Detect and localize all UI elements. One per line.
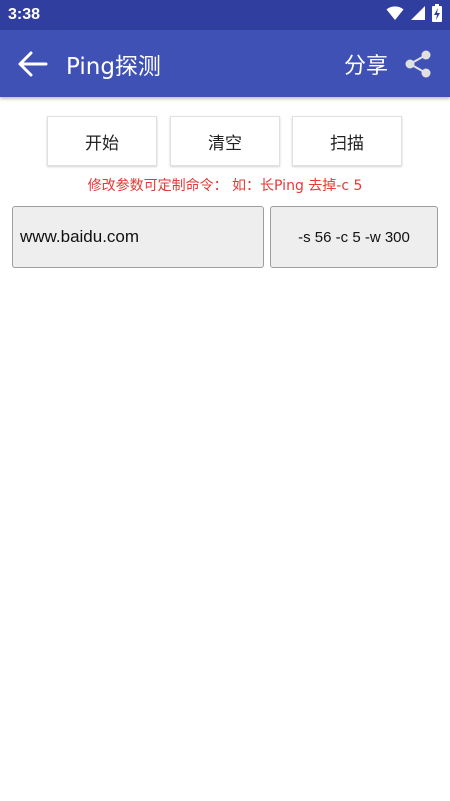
- start-button[interactable]: 开始: [47, 116, 157, 166]
- main-content: 开始 清空 扫描 修改参数可定制命令： 如：长Ping 去掉-c 5 www.b…: [0, 97, 450, 801]
- share-button-label[interactable]: 分享: [344, 48, 388, 80]
- share-icon[interactable]: [402, 48, 434, 80]
- wifi-icon: [386, 5, 404, 25]
- params-input[interactable]: -s 56 -c 5 -w 300: [270, 206, 438, 268]
- battery-charging-icon: [432, 4, 442, 26]
- clear-button[interactable]: 清空: [170, 116, 280, 166]
- scan-button[interactable]: 扫描: [292, 116, 402, 166]
- cellular-signal-icon: [410, 5, 426, 25]
- arrow-left-icon[interactable]: [16, 47, 50, 81]
- status-time: 3:38: [8, 6, 41, 23]
- status-icons: [386, 4, 442, 26]
- host-input[interactable]: www.baidu.com: [12, 206, 264, 268]
- page-title: Ping探测: [66, 53, 161, 80]
- status-bar: 3:38: [0, 0, 450, 30]
- app-bar: Ping探测 分享: [0, 30, 450, 97]
- hint-text: 修改参数可定制命令： 如：长Ping 去掉-c 5: [87, 178, 363, 194]
